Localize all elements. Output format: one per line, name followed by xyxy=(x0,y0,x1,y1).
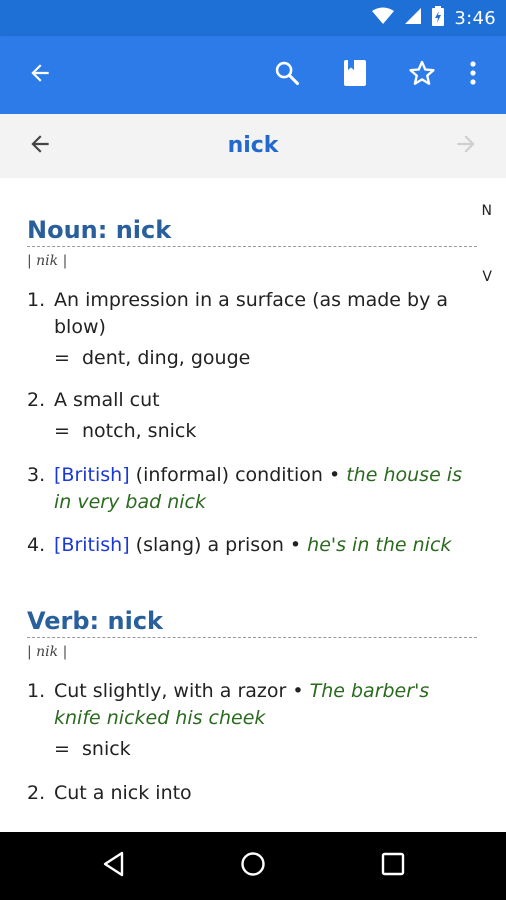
status-time: 3:46 xyxy=(454,7,496,29)
noun-sense-3: 3. [British] (informal) condition • the … xyxy=(27,462,477,516)
battery-charging-icon xyxy=(432,6,445,30)
noun-sense-2: 2. A small cut xyxy=(27,387,477,414)
back-arrow-icon xyxy=(27,60,53,90)
sense-number: 1. xyxy=(27,680,46,702)
app-bar xyxy=(0,36,506,114)
synonym-list[interactable]: dent, ding, gouge xyxy=(82,347,250,369)
region-tag[interactable]: [British] xyxy=(54,464,130,486)
sense-number: 3. xyxy=(27,464,46,486)
sense-number: 4. xyxy=(27,534,46,556)
sense-number: 2. xyxy=(27,389,46,411)
synonym-symbol: = xyxy=(54,347,70,369)
noun-sense-4: 4. [British] (slang) a prison • he's in … xyxy=(27,532,477,559)
nav-recents-icon xyxy=(381,852,405,880)
synonym-list[interactable]: notch, snick xyxy=(82,420,196,442)
wifi-icon xyxy=(372,7,395,29)
star-icon xyxy=(408,59,436,91)
sense-text: (informal) condition • xyxy=(135,464,341,486)
sense-text: Cut slightly, with a razor • xyxy=(54,680,304,702)
search-button[interactable] xyxy=(259,36,315,114)
bookmark-button[interactable] xyxy=(327,36,383,114)
noun-pronunciation: | nik | xyxy=(27,253,68,269)
sense-text: (slang) a prison • xyxy=(135,534,302,556)
index-letter-verb[interactable]: V xyxy=(482,269,492,285)
noun-sense-2-synonyms: = notch, snick xyxy=(54,420,477,442)
system-recents-button[interactable] xyxy=(353,832,433,900)
entry-word-title: nick xyxy=(227,133,279,158)
system-navigation-bar xyxy=(0,832,506,900)
verb-sense-2: 2. Cut a nick into xyxy=(27,780,477,807)
verb-sense-1: 1. Cut slightly, with a razor • The barb… xyxy=(27,678,477,732)
cell-signal-icon xyxy=(404,7,422,29)
region-tag[interactable]: [British] xyxy=(54,534,130,556)
verb-sense-1-synonyms: = snick xyxy=(54,738,477,760)
sense-number: 2. xyxy=(27,782,46,804)
sense-definition: [British] (slang) a prison • he's in the… xyxy=(54,532,477,559)
index-letter-noun[interactable]: N xyxy=(482,203,492,219)
favorite-button[interactable] xyxy=(394,36,450,114)
sense-number: 1. xyxy=(27,289,46,311)
sense-definition: Cut a nick into xyxy=(54,782,192,804)
more-vert-icon xyxy=(469,60,477,90)
more-options-button[interactable] xyxy=(445,36,501,114)
status-bar: 3:46 xyxy=(0,0,506,36)
search-icon xyxy=(273,59,301,91)
synonym-symbol: = xyxy=(54,738,70,760)
sense-definition: [British] (informal) condition • the hou… xyxy=(54,462,477,516)
sense-definition: A small cut xyxy=(54,389,160,411)
example-sentence: he's in the nick xyxy=(307,534,452,556)
system-home-button[interactable] xyxy=(213,832,293,900)
nav-home-icon xyxy=(240,851,266,881)
verb-heading: Verb: nick xyxy=(27,607,477,638)
word-navigation-bar: nick xyxy=(0,114,506,178)
sense-definition: Cut slightly, with a razor • The barber'… xyxy=(54,678,477,732)
verb-pronunciation: | nik | xyxy=(27,644,68,660)
synonym-symbol: = xyxy=(54,420,70,442)
noun-sense-1: 1. An impression in a surface (as made b… xyxy=(27,287,477,341)
nav-back-icon xyxy=(102,851,126,881)
noun-sense-1-synonyms: = dent, ding, gouge xyxy=(54,347,477,369)
sense-definition: An impression in a surface (as made by a… xyxy=(54,289,449,338)
back-button[interactable] xyxy=(12,36,68,114)
noun-heading: Noun: nick xyxy=(27,216,477,247)
synonym-list[interactable]: snick xyxy=(82,738,131,760)
system-back-button[interactable] xyxy=(74,832,154,900)
definition-content[interactable]: N V Noun: nick | nik | 1. An impression … xyxy=(0,178,506,832)
next-word-button[interactable] xyxy=(436,114,496,178)
noun-section: Noun: nick | nik | 1. An impression in a… xyxy=(27,216,477,559)
bookmark-icon xyxy=(343,59,367,91)
arrow-right-icon xyxy=(453,131,479,161)
verb-section: Verb: nick | nik | 1. Cut slightly, with… xyxy=(27,607,477,807)
